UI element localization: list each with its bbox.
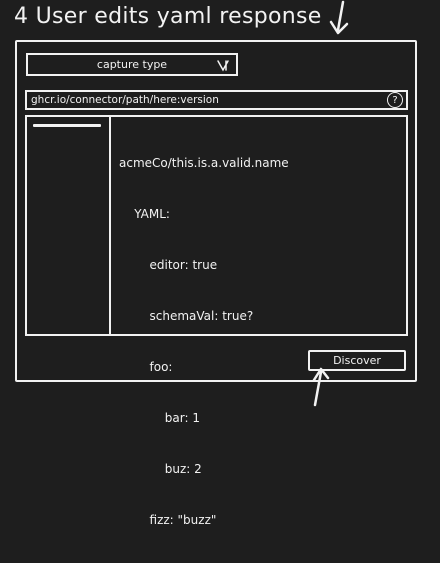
yaml-line: YAML:	[119, 207, 170, 221]
collection-sidebar	[27, 117, 111, 334]
sidebar-item-selected[interactable]	[33, 124, 101, 127]
capture-type-select[interactable]: capture type	[26, 53, 238, 76]
yaml-line: bar: 1	[119, 411, 200, 425]
page-title: 4 User edits yaml response	[14, 4, 322, 29]
discover-button-label: Discover	[333, 354, 381, 367]
help-label: ?	[392, 94, 398, 106]
yaml-editor[interactable]: acmeCo/this.is.a.valid.name YAML: editor…	[119, 121, 402, 527]
connector-image-value: ghcr.io/connector/path/here:version	[31, 94, 219, 106]
yaml-line: schemaVal: true?	[119, 309, 254, 323]
capture-type-value: capture type	[96, 58, 168, 71]
yaml-line: fizz: "buzz"	[119, 513, 217, 527]
editor-panel: acmeCo/this.is.a.valid.name YAML: editor…	[25, 115, 408, 527]
yaml-line: acmeCo/this.is.a.valid.name	[119, 156, 289, 170]
chevron-down-icon	[216, 58, 230, 76]
yaml-line: buz: 2	[119, 462, 202, 476]
yaml-line: editor: true	[119, 258, 218, 272]
discover-button[interactable]: Discover	[308, 350, 406, 371]
arrow-down-icon	[329, 0, 349, 35]
connector-image-input[interactable]: ghcr.io/connector/path/here:version ?	[25, 90, 408, 110]
help-icon[interactable]: ?	[387, 92, 403, 108]
